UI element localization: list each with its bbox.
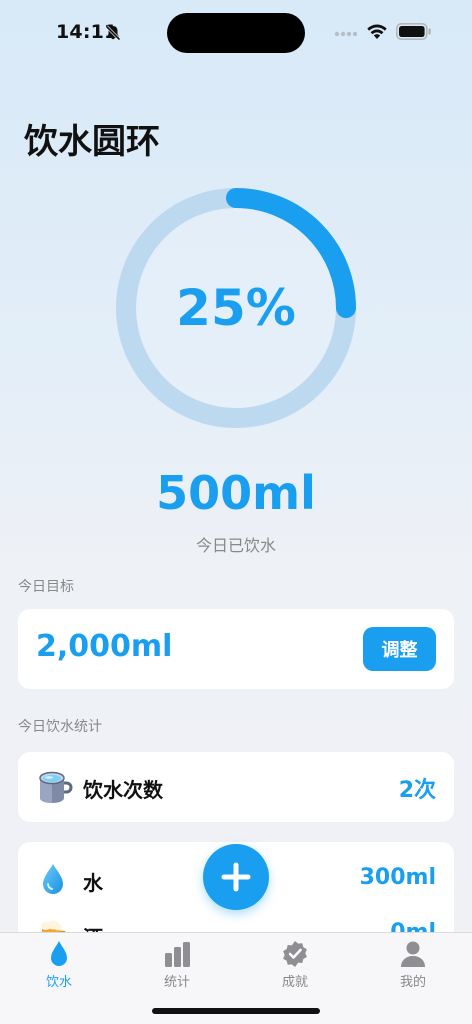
person-icon — [401, 941, 425, 967]
tab-achievements-label: 成就 — [281, 975, 308, 990]
dynamic-island — [167, 13, 305, 53]
bell-mute-icon — [105, 25, 121, 41]
home-indicator — [152, 1008, 320, 1014]
adjust-goal-button[interactable]: 调整 — [363, 627, 436, 671]
plus-icon — [221, 862, 251, 892]
water-drop-icon — [51, 941, 67, 966]
goal-value: 2,000ml — [36, 629, 173, 664]
progress-ring: 25% — [96, 168, 376, 448]
tab-achievements[interactable]: 成就 — [236, 933, 354, 993]
tab-stats-label: 统计 — [163, 975, 190, 990]
bar-chart-icon — [165, 942, 190, 967]
consumed-label: 今日已饮水 — [195, 536, 276, 555]
add-drink-button[interactable] — [203, 844, 269, 910]
tab-stats[interactable]: 统计 — [118, 933, 236, 993]
drink-count-value: 2次 — [398, 778, 436, 803]
badge-check-icon — [283, 941, 307, 967]
status-bar: 14:11 — [0, 0, 472, 64]
tab-drink-label: 饮水 — [45, 975, 72, 990]
tab-profile-label: 我的 — [399, 975, 426, 990]
goal-card: 2,000ml 调整 — [18, 609, 454, 689]
cellular-signal-icon — [334, 31, 358, 37]
goal-section-label: 今日目标 — [18, 579, 74, 595]
battery-icon — [396, 23, 431, 40]
page-title: 饮水圆环 — [24, 122, 160, 162]
water-drop-icon — [43, 864, 63, 894]
drink-item-water-label: 水 — [83, 871, 103, 895]
drink-item-water-value: 300ml — [359, 865, 436, 890]
tab-drink[interactable]: 饮水 — [0, 933, 118, 993]
progress-percent: 25% — [176, 279, 296, 337]
drink-count-card: 饮水次数 2次 — [18, 752, 454, 822]
consumed-amount: 500ml — [156, 466, 316, 520]
mug-icon — [39, 771, 73, 803]
tab-profile[interactable]: 我的 — [354, 933, 472, 993]
drink-count-label: 饮水次数 — [83, 778, 163, 802]
wifi-icon — [367, 24, 387, 39]
stats-section-label: 今日饮水统计 — [18, 719, 102, 735]
